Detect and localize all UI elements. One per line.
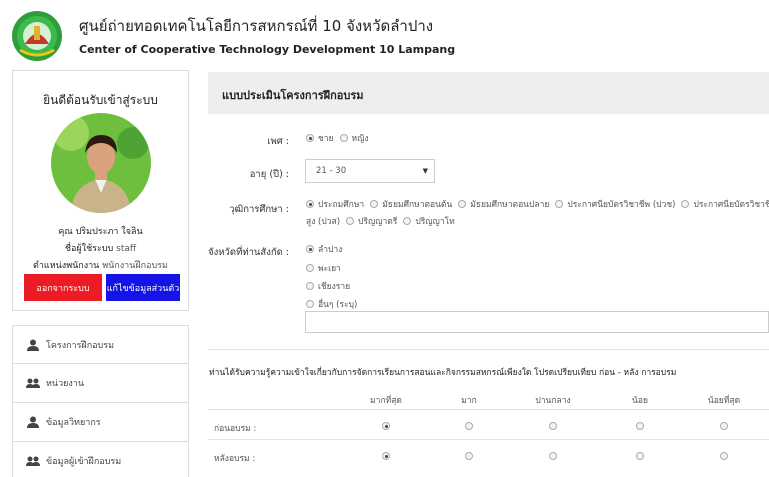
divider xyxy=(208,349,769,350)
rating-column-header: มากที่สุด xyxy=(370,396,402,406)
rating-radio-after-5[interactable] xyxy=(720,452,728,460)
province-option-label: พะเยา xyxy=(318,264,341,274)
province-option-label: ลำปาง xyxy=(318,245,343,255)
gender-option-label: หญิง xyxy=(351,134,369,144)
province-option-label: เชียงราย xyxy=(318,282,351,292)
caret-down-icon: ▼ xyxy=(422,167,428,175)
education-option-label: ปริญญาโท xyxy=(415,217,455,227)
sidebar-item-trainees[interactable]: ข้อมูลผู้เข้าฝึกอบรม xyxy=(12,442,189,477)
sidebar-item-label: ข้อมูลผู้เข้าฝึกอบรม xyxy=(46,457,122,467)
username-line: ชื่อผู้ใช้ระบบ staff xyxy=(13,241,188,255)
province-radio[interactable] xyxy=(306,282,314,290)
position-label: ตำแหน่งพนักงาน xyxy=(33,261,100,271)
education-options-line1: ประถมศึกษา มัธยมศึกษาตอนต้น มัธยมศึกษาตอ… xyxy=(306,197,769,211)
education-radio[interactable] xyxy=(681,200,690,208)
province-radio[interactable] xyxy=(306,245,314,253)
province-option: ลำปาง xyxy=(306,242,342,256)
rating-column-header: น้อยที่สุด xyxy=(707,396,741,406)
site-title-thai: ศูนย์ถ่ายทอดเทคโนโลยีการสหกรณ์ที่ 10 จัง… xyxy=(79,17,434,35)
gender-options: ชาย หญิง xyxy=(306,131,369,145)
sidebar-item-agencies[interactable]: หน่วยงาน xyxy=(12,364,189,403)
group-icon xyxy=(26,378,40,388)
site-title-english: Center of Cooperative Technology Develop… xyxy=(79,43,456,56)
province-option: พะเยา xyxy=(306,261,341,275)
gender-female-radio[interactable] xyxy=(339,134,348,142)
position-line: ตำแหน่งพนักงาน พนักงานฝึกอบรม xyxy=(13,258,188,272)
rating-radio-before-2[interactable] xyxy=(465,422,473,430)
sidebar-item-label: หน่วยงาน xyxy=(46,379,85,389)
user-name: ปริมประภา ใจลิน xyxy=(75,227,143,237)
province-option: อื่นๆ (ระบุ) xyxy=(306,297,357,311)
logout-button[interactable]: ออกจากระบบ xyxy=(24,274,102,301)
education-label: วุฒิการศึกษา : xyxy=(229,204,289,215)
sidebar-item-label: โครงการฝึกอบรม xyxy=(46,340,115,351)
profile-card: ยินดีต้อนรับเข้าสู่ระบบ คุณ ปริมประภา ใจ… xyxy=(12,70,189,311)
user-icon xyxy=(27,416,39,428)
knowledge-question: ท่านได้รับความรู้ความเข้าใจเกี่ยวกับการจ… xyxy=(209,368,677,378)
province-option-label: อื่นๆ (ระบุ) xyxy=(318,300,358,310)
group-icon xyxy=(26,456,40,466)
province-radio[interactable] xyxy=(306,300,314,308)
province-other-input[interactable] xyxy=(305,311,769,333)
education-option-label: ประกาศนียบัตรวิชาชีพชั้น xyxy=(693,200,769,210)
rating-radio-before-1[interactable] xyxy=(382,422,390,430)
rating-radio-before-5[interactable] xyxy=(720,422,728,430)
user-icon xyxy=(27,339,39,351)
user-fullname: คุณ ปริมประภา ใจลิน xyxy=(13,224,188,238)
name-prefix: คุณ xyxy=(58,227,73,237)
education-options-line2: สูง (ปวส) ปริญญาตรี ปริญญาโท xyxy=(306,214,455,228)
age-select-value: 21 - 30 xyxy=(316,166,347,176)
rating-radio-before-3[interactable] xyxy=(549,422,557,430)
rating-column-header: ปานกลาง xyxy=(535,396,571,406)
rating-radio-before-4[interactable] xyxy=(636,422,644,430)
edit-profile-button[interactable]: แก้ไขข้อมูลส่วนตัว xyxy=(106,274,180,301)
education-radio[interactable] xyxy=(403,217,412,225)
row-label-after: หลังอบรม : xyxy=(214,454,256,464)
username-label: ชื่อผู้ใช้ระบบ xyxy=(64,244,114,254)
form-title: แบบประเมินโครงการฝึกอบรม xyxy=(222,89,364,102)
rating-column-header: มาก xyxy=(461,396,477,406)
education-option-label: สูง (ปวส) xyxy=(306,217,341,227)
rating-radio-after-4[interactable] xyxy=(636,452,644,460)
avatar xyxy=(51,113,151,213)
education-radio[interactable] xyxy=(306,200,314,208)
gender-label: เพศ : xyxy=(267,136,289,147)
username-value: staff xyxy=(116,244,137,254)
sidebar-menu: โครงการฝึกอบรม หน่วยงาน ข้อมูลวิทยากร ข้… xyxy=(12,325,189,477)
divider xyxy=(208,409,769,410)
welcome-text: ยินดีต้อนรับเข้าสู่ระบบ xyxy=(43,93,158,107)
province-label: จังหวัดที่ท่านสังกัด : xyxy=(208,247,289,258)
age-select[interactable]: 21 - 30 ▼ xyxy=(305,159,435,183)
rating-radio-after-1[interactable] xyxy=(382,452,390,460)
gender-male-radio[interactable] xyxy=(306,134,314,142)
rating-radio-after-3[interactable] xyxy=(549,452,557,460)
education-option-label: ประกาศนียบัตรวิชาชีพ (ปวช) xyxy=(567,200,676,210)
education-radio[interactable] xyxy=(458,200,467,208)
education-option-label: ประถมศึกษา xyxy=(318,200,365,210)
divider xyxy=(208,439,769,440)
province-option: เชียงราย xyxy=(306,279,350,293)
education-radio[interactable] xyxy=(370,200,379,208)
row-label-before: ก่อนอบรม : xyxy=(214,424,257,434)
education-option-label: ปริญญาตรี xyxy=(358,217,398,227)
form-panel-header: แบบประเมินโครงการฝึกอบรม xyxy=(208,72,769,114)
sidebar-item-speakers[interactable]: ข้อมูลวิทยากร xyxy=(12,403,189,442)
age-label: อายุ (ปี) : xyxy=(249,169,289,180)
education-option-label: มัธยมศึกษาตอนต้น xyxy=(382,200,453,210)
sidebar-item-label: ข้อมูลวิทยากร xyxy=(46,418,101,428)
province-radio[interactable] xyxy=(306,264,314,272)
education-radio[interactable] xyxy=(346,217,355,225)
gender-option-label: ชาย xyxy=(318,134,334,144)
sidebar-item-training-projects[interactable]: โครงการฝึกอบรม xyxy=(12,325,189,364)
education-radio[interactable] xyxy=(555,200,564,208)
cooperative-logo-icon xyxy=(12,11,62,61)
rating-column-header: น้อย xyxy=(632,396,648,406)
rating-radio-after-2[interactable] xyxy=(465,452,473,460)
education-option-label: มัธยมศึกษาตอนปลาย xyxy=(470,200,550,210)
site-header: ศูนย์ถ่ายทอดเทคโนโลยีการสหกรณ์ที่ 10 จัง… xyxy=(0,0,769,66)
position-value: พนักงานฝึกอบรม xyxy=(102,261,168,271)
